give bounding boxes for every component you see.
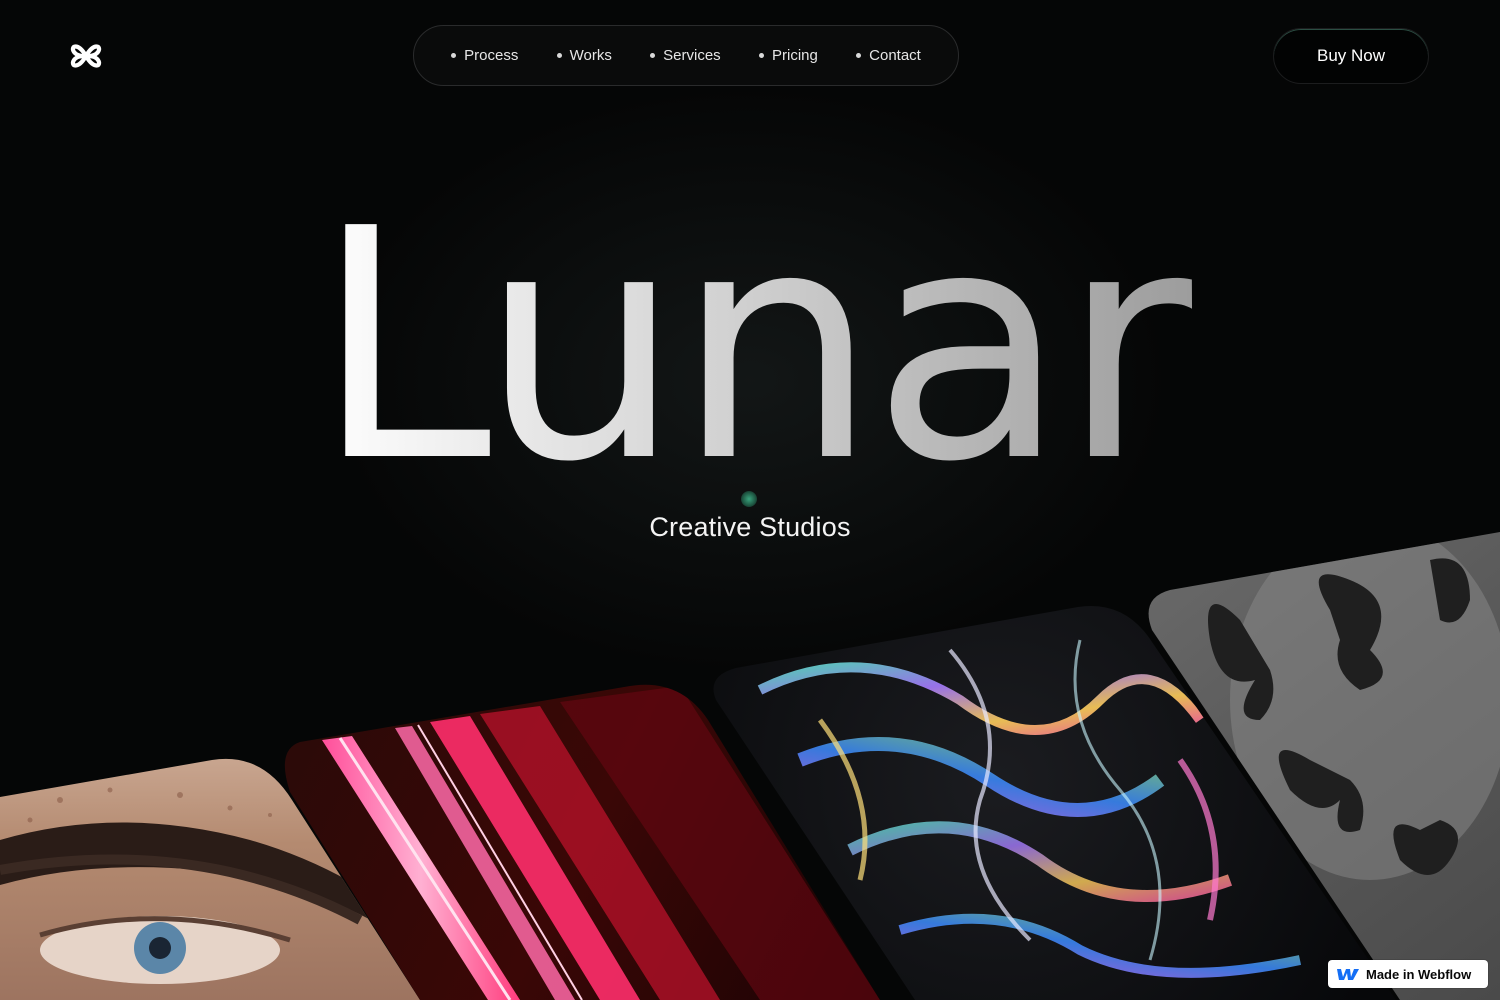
badge-label: Made in Webflow bbox=[1366, 966, 1472, 982]
webflow-logo-icon bbox=[1337, 969, 1359, 980]
gallery bbox=[0, 532, 1500, 1000]
made-in-webflow-badge[interactable]: Made in Webflow bbox=[1328, 960, 1488, 988]
